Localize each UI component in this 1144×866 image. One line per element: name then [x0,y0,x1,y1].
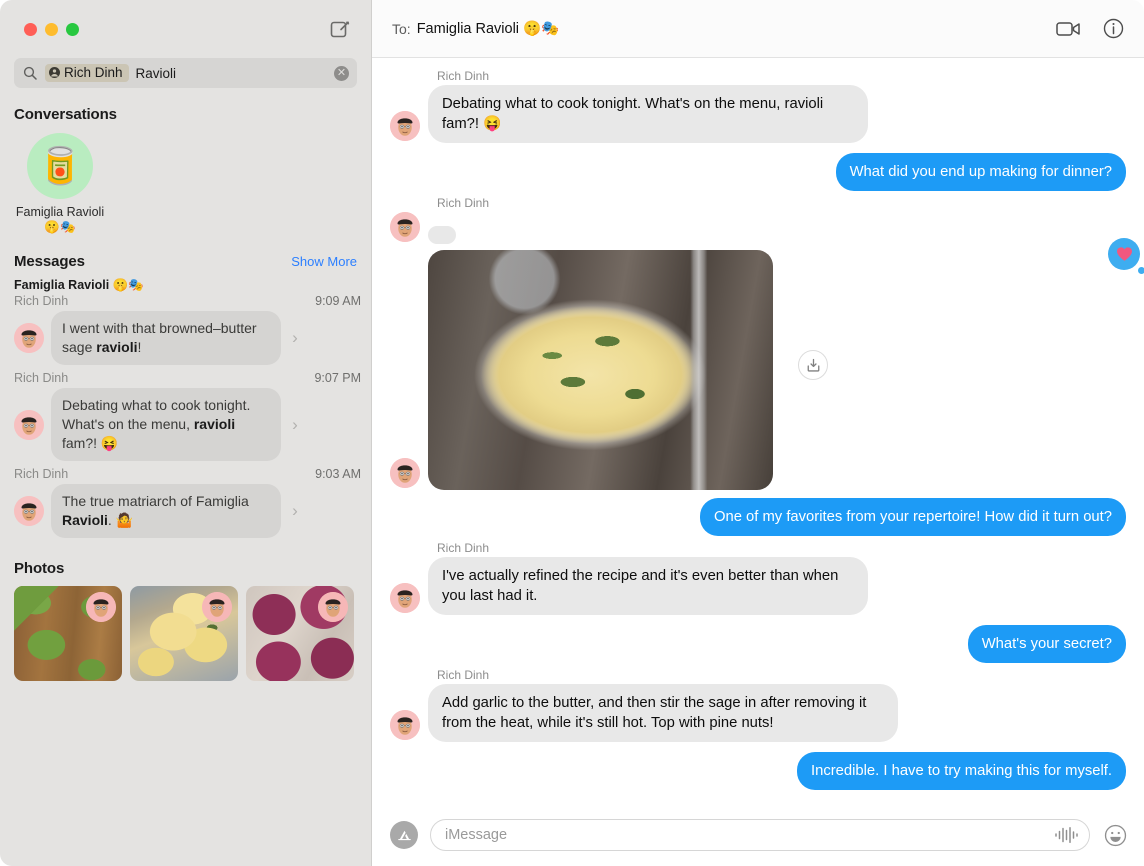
avatar [14,496,44,526]
conversations-title: Conversations [14,106,117,123]
avatar [390,710,420,740]
list-item[interactable]: Famiglia Ravioli 🤫🎭 Rich Dinh 9:09 AM I … [0,276,371,369]
audio-waveform-icon[interactable] [1053,826,1079,844]
message-results-list: Famiglia Ravioli 🤫🎭 Rich Dinh 9:09 AM I … [0,276,371,546]
to-label: To: [392,20,411,37]
traffic-lights [24,22,79,36]
message-row [390,212,1126,244]
download-icon[interactable] [798,350,828,380]
result-text-2: The true matriarch of Famiglia Ravioli. … [51,484,281,538]
message-bubble[interactable]: Add garlic to the butter, and then stir … [428,684,898,742]
result-time: 9:07 PM [314,371,361,385]
avatar [14,409,44,440]
message-bubble[interactable]: I've actually refined the recipe and it'… [428,557,868,615]
sidebar: Rich Dinh Ravioli ✕ Conversations 🥫 Fami… [0,0,372,866]
message-bubble[interactable]: Debating what to cook tonight. What's on… [428,85,868,143]
message-sender: Rich Dinh [437,196,490,210]
result-text-1: Debating what to cook tonight. What's on… [51,388,281,461]
chat-header: To: Famiglia Ravioli 🤫🎭 [372,0,1144,58]
zoom-button[interactable] [66,22,79,36]
conversation-name: Famiglia Ravioli 🤫🎭 [15,205,105,234]
photo-thumbnail[interactable] [130,586,238,681]
person-icon [49,67,60,78]
recipient-name[interactable]: Famiglia Ravioli 🤫🎭 [417,20,559,37]
result-time: 9:09 AM [315,294,361,308]
avatar [390,583,420,613]
search-token-label: Rich Dinh [64,65,123,80]
messages-window: Rich Dinh Ravioli ✕ Conversations 🥫 Fami… [0,0,1144,866]
compose-icon[interactable] [327,16,353,42]
avatar [318,592,348,622]
result-sender: Rich Dinh [14,371,69,385]
avatar [390,212,420,242]
conversation-avatar: 🥫 [27,133,93,199]
avatar [390,458,420,488]
chevron-right-icon[interactable]: › [288,328,302,348]
photos-title: Photos [14,560,65,577]
photo-thumbnail[interactable] [246,586,354,681]
chevron-right-icon[interactable]: › [288,415,302,435]
message-bubble[interactable]: One of my favorites from your repertoire… [699,498,1126,536]
message-bubble[interactable]: What's your secret? [967,625,1126,663]
result-conversation-title: Famiglia Ravioli 🤫🎭 [14,278,144,292]
message-row: Add garlic to the butter, and then stir … [390,684,1126,742]
photos-list [0,586,371,681]
message-bubble[interactable]: What did you end up making for dinner? [835,153,1126,191]
message-bubble[interactable]: Incredible. I have to try making this fo… [797,752,1126,790]
message-input[interactable]: iMessage [430,819,1090,851]
chat-pane: To: Famiglia Ravioli 🤫🎭 Rich Dinh Debati… [372,0,1144,866]
message-row: I've actually refined the recipe and it'… [390,557,1126,615]
messages-title: Messages [14,253,85,270]
list-item[interactable]: Rich Dinh 9:07 PM Debating what to cook … [0,369,371,465]
photo-thumbnail[interactable] [14,586,122,681]
search-container: Rich Dinh Ravioli ✕ [0,58,371,88]
search-icon [22,66,38,80]
message-image-attachment[interactable] [428,250,773,490]
search-input[interactable]: Rich Dinh Ravioli ✕ [14,58,357,88]
result-time: 9:03 AM [315,467,361,481]
info-circle-icon[interactable] [1103,18,1124,39]
search-query-text: Ravioli [135,65,177,81]
avatar [202,592,232,622]
message-sender: Rich Dinh [437,69,490,83]
message-row: Incredible. I have to try making this fo… [390,752,1126,790]
message-input-placeholder: iMessage [445,827,508,843]
search-token-person[interactable]: Rich Dinh [45,64,129,82]
show-more-link[interactable]: Show More [291,254,357,269]
photos-section-header: Photos [0,546,371,586]
avatar [14,323,44,353]
conversations-list: 🥫 Famiglia Ravioli 🤫🎭 [0,129,371,235]
message-row-image [390,238,1144,490]
message-row: Debating what to cook tonight. What's on… [390,85,1126,143]
result-text-0: I went with that browned–butter sage rav… [51,311,281,365]
message-row: What did you end up making for dinner? [390,153,1126,191]
heart-reaction-icon[interactable] [1108,238,1144,274]
chevron-right-icon[interactable]: › [288,501,302,521]
message-row: What's your secret? [390,625,1126,663]
message-thread[interactable]: Rich Dinh Debating what to cook tonight.… [372,58,1144,804]
message-row: One of my favorites from your repertoire… [390,498,1126,536]
message-bubble[interactable] [428,226,456,244]
smiley-face-icon[interactable] [1102,824,1128,847]
conversations-section-header: Conversations [0,88,371,129]
avatar [390,111,420,141]
list-item[interactable]: Rich Dinh 9:03 AM The true matriarch of … [0,465,371,542]
sidebar-toolbar [0,0,371,58]
result-sender: Rich Dinh [14,294,69,308]
messages-section-header: Messages Show More [0,235,371,276]
message-sender: Rich Dinh [437,668,490,682]
avatar [86,592,116,622]
minimize-button[interactable] [45,22,58,36]
composer-bar: iMessage [372,804,1144,866]
app-store-icon[interactable] [390,821,422,851]
clear-icon[interactable]: ✕ [334,65,349,81]
conversation-item-famiglia-ravioli[interactable]: 🥫 Famiglia Ravioli 🤫🎭 [14,133,106,235]
video-camera-icon[interactable] [1056,20,1081,38]
message-sender: Rich Dinh [437,541,490,555]
close-button[interactable] [24,22,37,36]
result-sender: Rich Dinh [14,467,69,481]
